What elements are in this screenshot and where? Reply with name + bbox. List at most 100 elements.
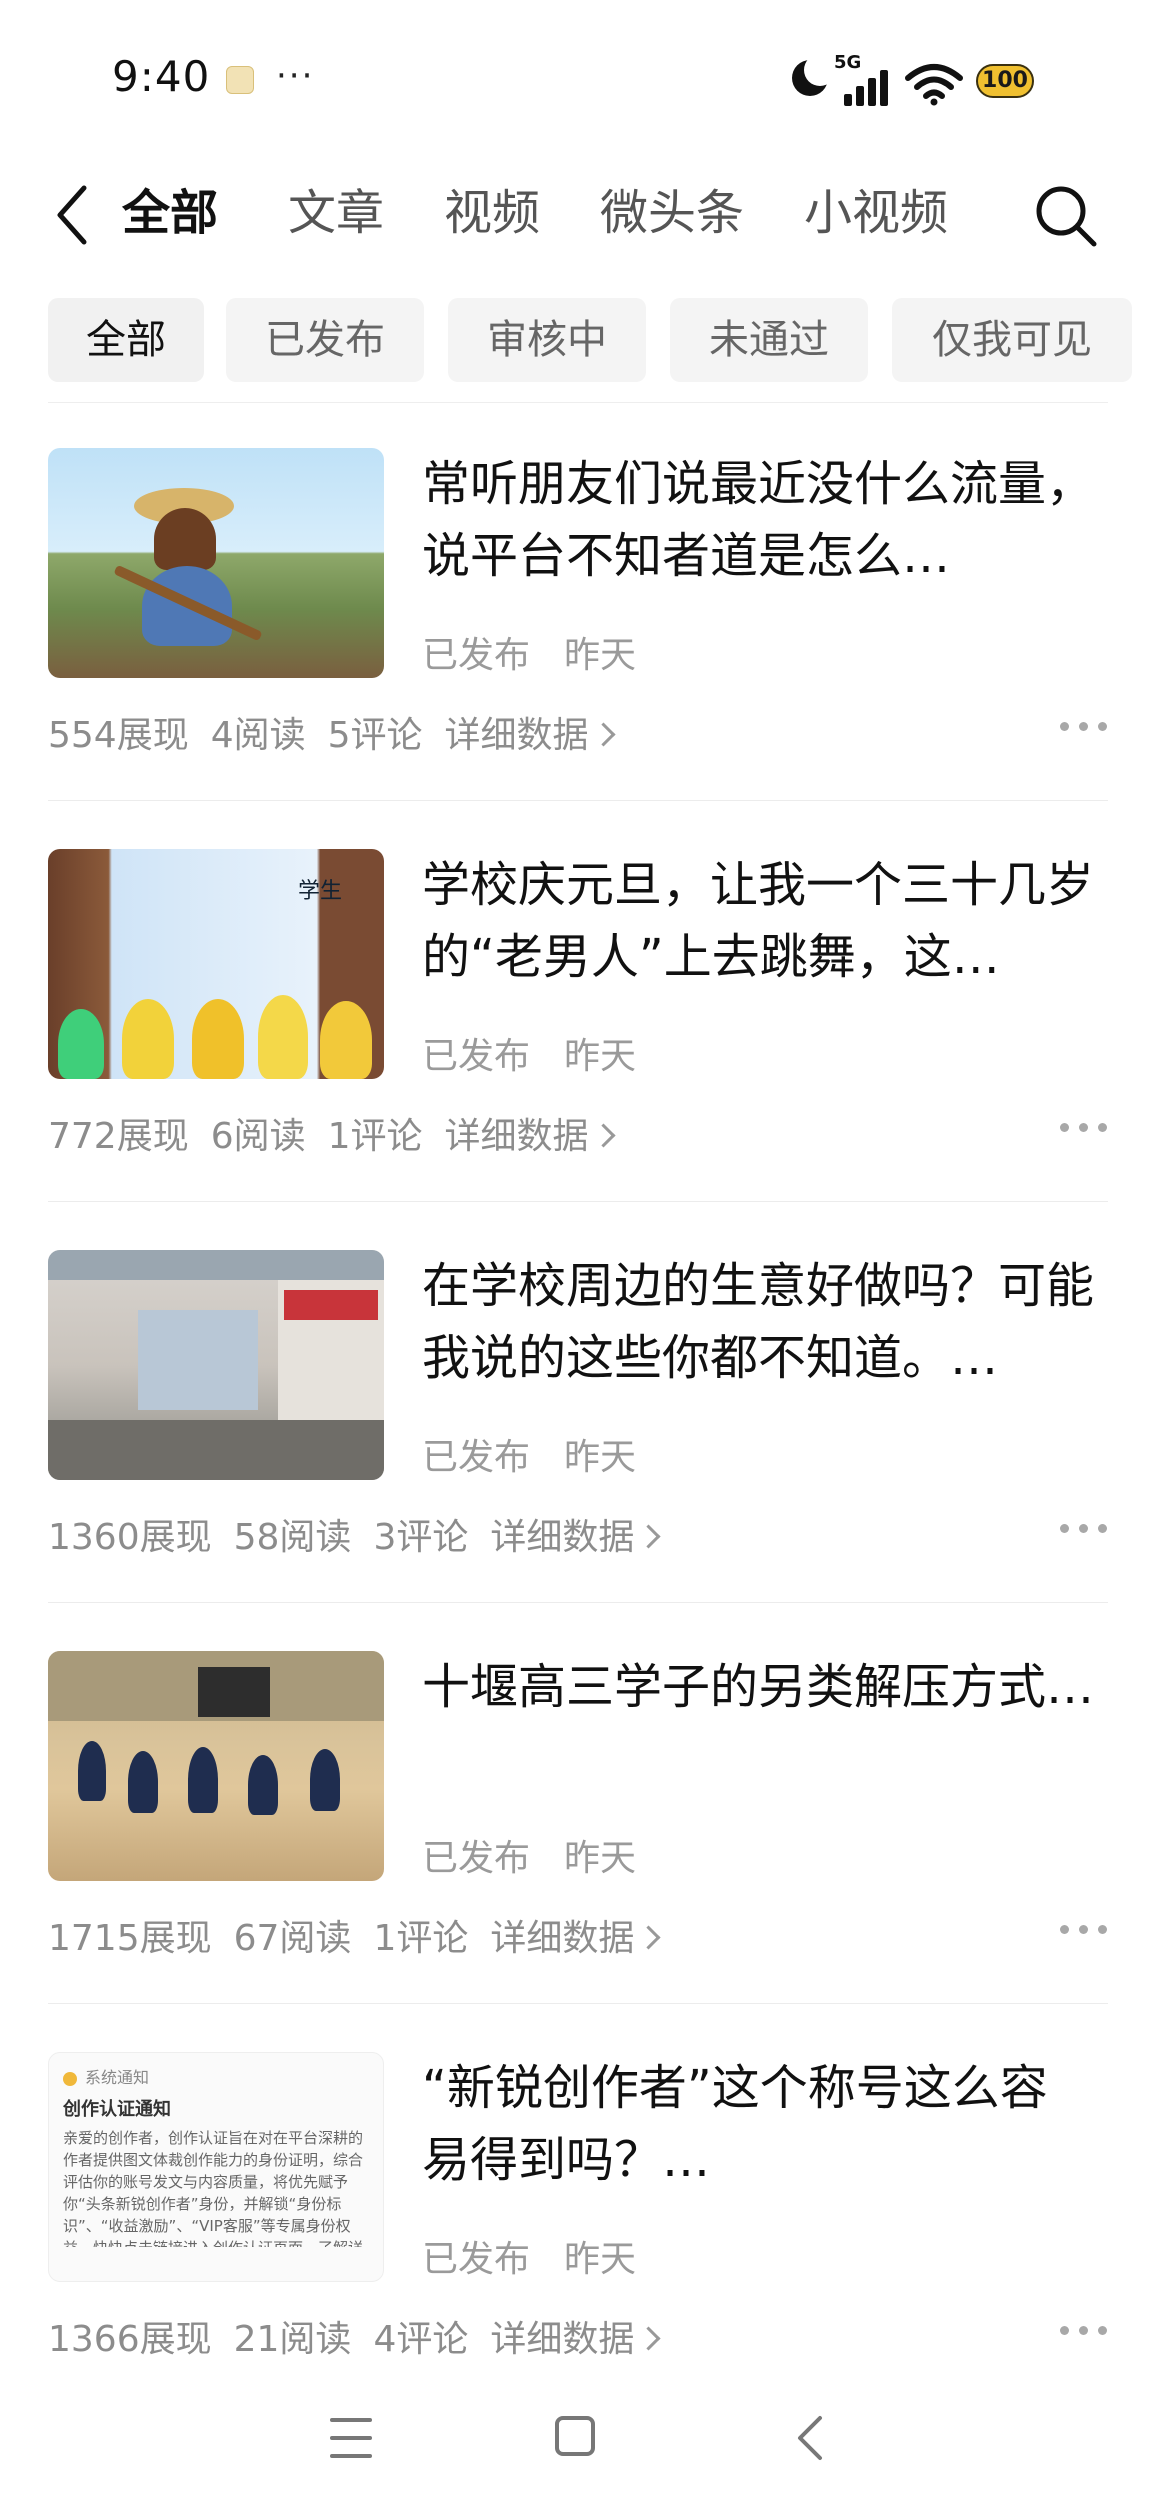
item-status: 已发布 — [422, 1036, 531, 1077]
divider — [48, 1201, 1108, 1202]
more-options-icon[interactable] — [1060, 2326, 1108, 2338]
item-status: 已发布 — [422, 1838, 531, 1879]
more-options-icon[interactable] — [1060, 722, 1108, 734]
tab-all[interactable]: 全部 — [122, 178, 218, 248]
divider — [48, 402, 1108, 403]
menu-icon[interactable] — [330, 2418, 372, 2458]
system-nav-bar — [0, 2390, 1156, 2510]
tab-videos[interactable]: 视频 — [444, 178, 540, 248]
list-item[interactable]: 十堰高三学子的另类解压方式… 已发布 昨天 1715展现 67阅读 1评论 详细数据 — [48, 1651, 1108, 2051]
item-meta: 已发布 昨天 — [422, 2230, 670, 2282]
more-options-icon[interactable] — [1060, 1123, 1108, 1135]
item-meta: 已发布 昨天 — [422, 1428, 670, 1480]
tab-micro-posts[interactable]: 微头条 — [600, 178, 744, 248]
item-status: 已发布 — [422, 1437, 531, 1478]
item-title[interactable]: 十堰高三学子的另类解压方式… — [422, 1651, 1094, 1795]
chevron-right-icon — [636, 1524, 661, 1549]
stat-comments: 1评论 — [373, 1918, 469, 1959]
detail-data-label: 详细数据 — [490, 2319, 635, 2360]
stat-reads: 6阅读 — [210, 1116, 306, 1157]
detail-data-link[interactable]: 详细数据 — [444, 1116, 616, 1157]
list-item[interactable]: 在学校周边的生意好做吗？可能我说的这些你都不知道。… 已发布 昨天 1360展现 5… — [48, 1250, 1108, 1650]
chip-private[interactable]: 仅我可见 — [892, 298, 1132, 382]
notice-preview: 系统通知 创作认证通知 亲爱的创作者，创作认证旨在对在平台深耕的作者提供图文体裁… — [63, 2067, 373, 2247]
status-bar: 9:40 ··· 5G 100 — [0, 0, 1156, 160]
divider — [48, 2003, 1108, 2004]
notice-title: 创作认证通知 — [63, 2099, 171, 2120]
chevron-right-icon — [636, 2326, 661, 2351]
signal-icon — [844, 70, 894, 106]
app-notification-icon — [226, 66, 254, 94]
chevron-right-icon — [636, 1925, 661, 1950]
more-options-icon[interactable] — [1060, 1925, 1108, 1937]
chip-published[interactable]: 已发布 — [226, 298, 424, 382]
stat-impressions: 554展现 — [48, 715, 189, 756]
thumbnail-caption: 学生 — [298, 879, 343, 904]
divider — [48, 800, 1108, 801]
item-time: 昨天 — [564, 1437, 637, 1478]
home-icon[interactable] — [555, 2416, 595, 2456]
stat-reads: 4阅读 — [210, 715, 306, 756]
item-stats: 772展现 6阅读 1评论 详细数据 — [48, 1107, 616, 1159]
notice-head: 系统通知 — [85, 2068, 150, 2087]
top-nav: 全部 文章 视频 微头条 小视频 — [0, 160, 1156, 270]
item-time: 昨天 — [564, 2239, 637, 2280]
tab-short-videos[interactable]: 小视频 — [804, 178, 948, 248]
nav-back-icon[interactable] — [790, 2412, 830, 2464]
detail-data-link[interactable]: 详细数据 — [490, 1918, 661, 1959]
item-stats: 1360展现 58阅读 3评论 详细数据 — [48, 1508, 661, 1560]
item-title[interactable]: 学校庆元旦，让我一个三十几岁的“老男人”上去跳舞，这… — [422, 849, 1094, 993]
item-title[interactable]: 在学校周边的生意好做吗？可能我说的这些你都不知道。… — [422, 1250, 1094, 1394]
detail-data-link[interactable]: 详细数据 — [490, 1517, 661, 1558]
more-options-icon[interactable] — [1060, 1524, 1108, 1536]
more-notifications-icon: ··· — [276, 56, 315, 96]
detail-data-link[interactable]: 详细数据 — [444, 715, 616, 756]
item-meta: 已发布 昨天 — [422, 1829, 670, 1881]
chevron-right-icon — [591, 1123, 616, 1148]
item-title[interactable]: 常听朋友们说最近没什么流量，说平台不知者道是怎么… — [422, 448, 1094, 592]
stat-reads: 58阅读 — [233, 1517, 352, 1558]
list-item[interactable]: 学生 学校庆元旦，让我一个三十几岁的“老男人”上去跳舞，这… 已发布 昨天 772… — [48, 849, 1108, 1249]
item-thumbnail[interactable] — [48, 448, 384, 678]
item-thumbnail[interactable]: 系统通知 创作认证通知 亲爱的创作者，创作认证旨在对在平台深耕的作者提供图文体裁… — [48, 2052, 384, 2282]
item-status: 已发布 — [422, 635, 531, 676]
chevron-right-icon — [591, 722, 616, 747]
detail-data-label: 详细数据 — [444, 715, 589, 756]
stat-comments: 5评论 — [327, 715, 423, 756]
item-thumbnail[interactable] — [48, 1651, 384, 1881]
search-icon[interactable] — [1032, 182, 1100, 250]
stat-reads: 21阅读 — [233, 2319, 352, 2360]
item-meta: 已发布 昨天 — [422, 1027, 670, 1079]
item-status: 已发布 — [422, 2239, 531, 2280]
stat-comments: 4评论 — [373, 2319, 469, 2360]
back-icon[interactable] — [48, 180, 98, 250]
item-thumbnail[interactable] — [48, 1250, 384, 1480]
chip-all[interactable]: 全部 — [48, 298, 204, 382]
item-time: 昨天 — [564, 1036, 637, 1077]
item-time: 昨天 — [564, 635, 637, 676]
detail-data-label: 详细数据 — [490, 1517, 635, 1558]
tab-articles[interactable]: 文章 — [288, 178, 384, 248]
item-thumbnail[interactable]: 学生 — [48, 849, 384, 1079]
item-time: 昨天 — [564, 1838, 637, 1879]
list-item[interactable]: 常听朋友们说最近没什么流量，说平台不知者道是怎么… 已发布 昨天 554展现 4阅读… — [48, 448, 1108, 848]
chip-reviewing[interactable]: 审核中 — [448, 298, 646, 382]
detail-data-label: 详细数据 — [444, 1116, 589, 1157]
detail-data-link[interactable]: 详细数据 — [490, 2319, 661, 2360]
item-meta: 已发布 昨天 — [422, 626, 670, 678]
item-title[interactable]: “新锐创作者”这个称号这么容易得到吗？… — [422, 2052, 1094, 2196]
item-stats: 1366展现 21阅读 4评论 详细数据 — [48, 2310, 661, 2362]
notice-body: 亲爱的创作者，创作认证旨在对在平台深耕的作者提供图文体裁创作能力的身份证明，综合… — [63, 2129, 364, 2247]
item-stats: 1715展现 67阅读 1评论 详细数据 — [48, 1909, 661, 1961]
stat-impressions: 1366展现 — [48, 2319, 212, 2360]
chip-rejected[interactable]: 未通过 — [670, 298, 868, 382]
stat-impressions: 1715展现 — [48, 1918, 212, 1959]
stat-impressions: 772展现 — [48, 1116, 189, 1157]
status-time: 9:40 — [112, 52, 211, 101]
moon-icon — [792, 54, 836, 96]
wifi-icon — [905, 64, 963, 106]
divider — [48, 1602, 1108, 1603]
battery-icon: 100 — [976, 64, 1034, 98]
stat-reads: 67阅读 — [233, 1918, 352, 1959]
filter-chips: 全部 已发布 审核中 未通过 仅我可见 — [0, 298, 1156, 384]
